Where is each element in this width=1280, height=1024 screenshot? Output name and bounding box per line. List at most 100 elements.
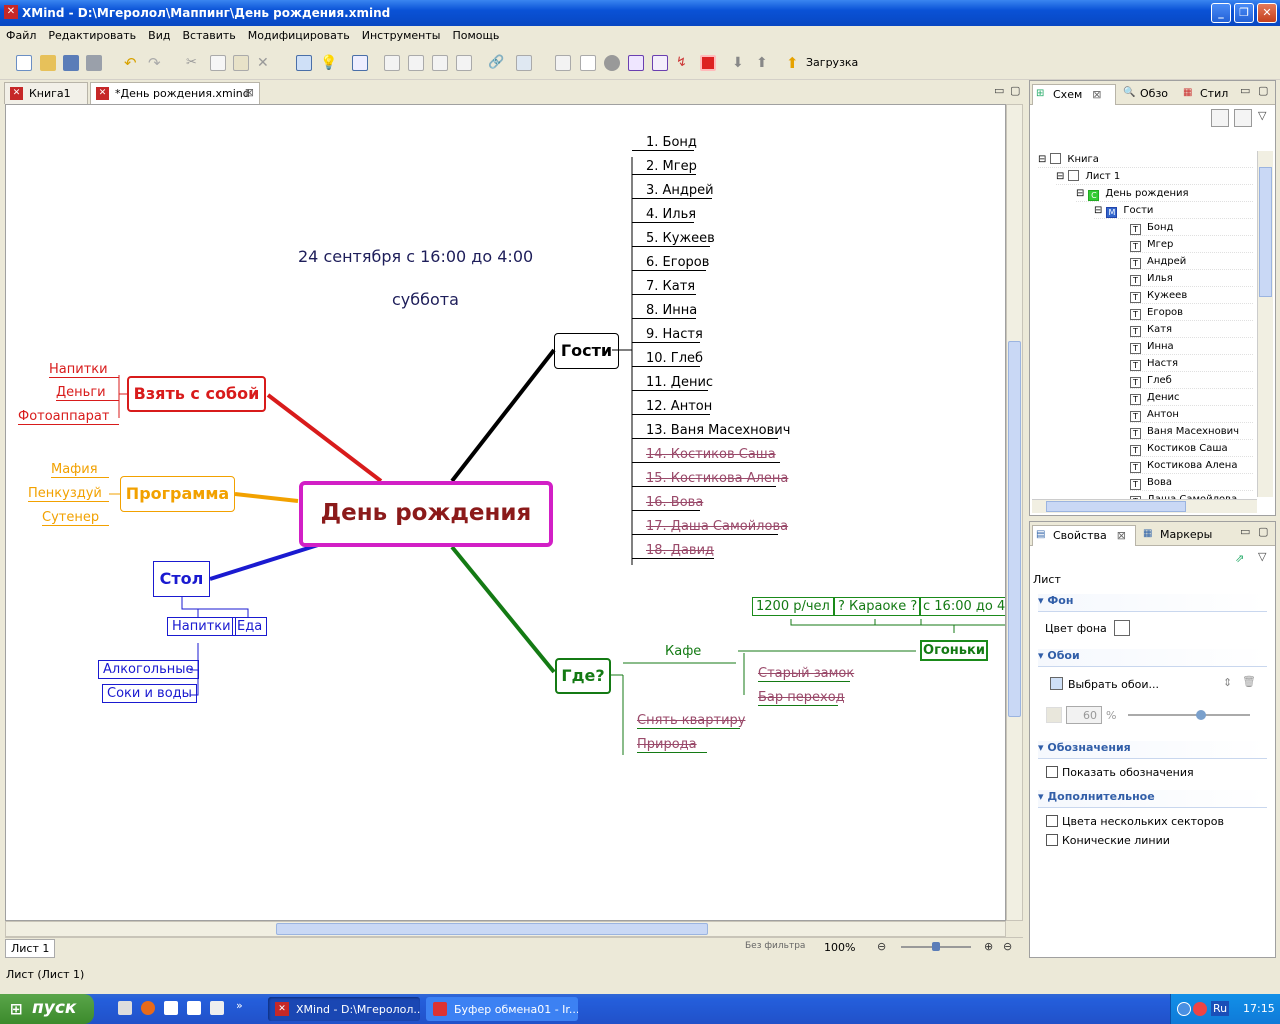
section-legend[interactable]: ▾ Обозначения	[1038, 741, 1267, 759]
guest-item[interactable]: 1. Бонд	[632, 135, 697, 151]
tray-opera-icon[interactable]	[1193, 1002, 1207, 1016]
ogonki-item[interactable]: с 16:00 до 4:0	[919, 597, 1005, 616]
tapered-lines-checkbox[interactable]: Конические линии	[1046, 834, 1170, 847]
minimize-view-icon[interactable]: ▭	[994, 84, 1004, 97]
multi-color-checkbox[interactable]: Цвета нескольких секторов	[1046, 815, 1224, 828]
menu-modify[interactable]: Модифицировать	[242, 26, 356, 42]
stop-icon[interactable]	[700, 55, 716, 71]
guest-item[interactable]: 15. Костикова Алена	[632, 471, 788, 487]
subtopic-icon[interactable]	[384, 55, 400, 71]
day-text[interactable]: суббота	[392, 290, 459, 309]
menu-insert[interactable]: Вставить	[176, 26, 241, 42]
opacity-slider[interactable]	[1128, 714, 1250, 716]
tree-item[interactable]: T Бонд	[1130, 219, 1253, 236]
zoom-fit-icon[interactable]: ⊖	[1003, 940, 1012, 953]
firefox-icon[interactable]	[141, 1001, 155, 1015]
language-indicator[interactable]: Ru	[1211, 1001, 1230, 1016]
guest-item[interactable]: 18. Давид	[632, 543, 714, 559]
cafe-item[interactable]: Старый замок	[758, 666, 854, 682]
drill-up-icon[interactable]: ⬆	[756, 55, 772, 71]
close-tab-icon[interactable]: ⊠	[1092, 88, 1101, 101]
insert-topic-icon[interactable]	[352, 55, 368, 71]
guest-item[interactable]: 6. Егоров	[632, 255, 709, 271]
image-icon[interactable]	[516, 55, 532, 71]
tab-overview[interactable]: 🔍 Обзо	[1120, 84, 1178, 105]
maximize-button[interactable]: ❐	[1234, 3, 1254, 23]
menu-tools[interactable]: Инструменты	[356, 26, 447, 42]
tree-item[interactable]: T Антон	[1130, 406, 1253, 423]
checkbox-box[interactable]	[1046, 834, 1058, 846]
where-nature[interactable]: Природа	[637, 737, 707, 753]
ogonki-item[interactable]: 1200 р/чел	[752, 597, 834, 616]
drinks-item-alcohol[interactable]: Алкогольные	[98, 660, 199, 679]
copy-icon[interactable]	[210, 55, 226, 71]
maximize-view-icon[interactable]: ▢	[1258, 84, 1268, 97]
minimize-button[interactable]: _	[1211, 3, 1231, 23]
tab-birthday[interactable]: ✕ *День рождения.xmind ⊠	[90, 82, 260, 104]
summary-icon[interactable]	[628, 55, 644, 71]
tree-item[interactable]: TДаша Самойлова	[1130, 491, 1253, 499]
outline-horizontal-scrollbar[interactable]	[1032, 499, 1257, 513]
collapse-icon[interactable]: ⊟	[1076, 188, 1084, 199]
marker-icon[interactable]	[604, 55, 620, 71]
program-item[interactable]: Сутенер	[42, 510, 109, 526]
ogonki-topic[interactable]: Огоньки	[920, 640, 988, 661]
outline-expand-icon[interactable]	[1234, 109, 1252, 127]
tree-item[interactable]: T Вова	[1130, 474, 1253, 491]
tree-item[interactable]: T Настя	[1130, 355, 1253, 372]
view-menu-icon[interactable]: ▽	[1258, 550, 1266, 563]
section-background[interactable]: ▾ Фон	[1038, 594, 1267, 612]
tree-item[interactable]: T Инна	[1130, 338, 1253, 355]
guest-item[interactable]: 14. Костиков Саша	[632, 447, 780, 463]
new-icon[interactable]	[16, 55, 32, 71]
canvas-horizontal-scrollbar[interactable]	[5, 921, 1006, 937]
tree-item[interactable]: T Мгер	[1130, 236, 1253, 253]
menu-edit[interactable]: Редактировать	[42, 26, 142, 42]
zoom-in-icon[interactable]: ⊕	[984, 940, 993, 953]
opacity-input[interactable]: 60	[1066, 706, 1102, 724]
guest-item[interactable]: 4. Илья	[632, 207, 696, 223]
undo-icon[interactable]: ↶	[124, 55, 140, 71]
take-item[interactable]: Фотоаппарат	[18, 409, 119, 425]
mindmap-canvas[interactable]: 24 сентября с 16:00 до 4:00 суббота День…	[5, 104, 1006, 921]
guest-item[interactable]: 9. Настя	[632, 327, 703, 343]
minimize-view-icon[interactable]: ▭	[1240, 84, 1250, 97]
program-topic[interactable]: Программа	[120, 476, 235, 512]
menu-help[interactable]: Помощь	[446, 26, 505, 42]
more-chevron-icon[interactable]: »	[236, 999, 243, 1012]
notes-icon[interactable]	[580, 55, 596, 71]
bg-color-picker[interactable]	[1114, 620, 1130, 636]
program-item[interactable]: Мафия	[51, 462, 109, 478]
guests-topic[interactable]: Гости	[554, 333, 619, 369]
scroll-thumb[interactable]	[1008, 341, 1021, 717]
task-clipboard[interactable]: Буфер обмена01 - Ir...	[426, 997, 578, 1021]
maximize-view-icon[interactable]: ▢	[1258, 525, 1268, 538]
drill-down-icon[interactable]: ⬇	[732, 55, 748, 71]
tab-outline[interactable]: ⊞ Схем ⊠	[1032, 84, 1116, 105]
relationship-icon[interactable]	[652, 55, 668, 71]
tree-item[interactable]: T Глеб	[1130, 372, 1253, 389]
tab-properties[interactable]: ▤ Свойства ⊠	[1032, 525, 1136, 546]
central-topic[interactable]: День рождения	[299, 481, 553, 547]
zoom-out-icon[interactable]: ⊖	[877, 940, 886, 953]
tree-item[interactable]: T Илья	[1130, 270, 1253, 287]
tree-item[interactable]: T Катя	[1130, 321, 1253, 338]
outline-vertical-scrollbar[interactable]	[1257, 151, 1273, 497]
tree-item[interactable]: T Егоров	[1130, 304, 1253, 321]
tab-styles[interactable]: ▦ Стил	[1180, 84, 1235, 105]
view-menu-icon[interactable]: ▽	[1258, 109, 1266, 122]
canvas-vertical-scrollbar[interactable]	[1006, 104, 1023, 921]
start-button[interactable]: ⊞ пуск	[0, 994, 94, 1024]
scroll-thumb[interactable]	[276, 923, 708, 935]
floating-topic-icon[interactable]	[456, 55, 472, 71]
checkbox-box[interactable]	[1046, 766, 1058, 778]
opacity-slider-thumb[interactable]	[1196, 710, 1206, 720]
tree-item[interactable]: T Андрей	[1130, 253, 1253, 270]
where-rent[interactable]: Снять квартиру	[637, 713, 745, 729]
sheet-tab[interactable]: Лист 1	[5, 939, 56, 958]
topic-before-icon[interactable]	[408, 55, 424, 71]
zoom-slider-thumb[interactable]	[932, 942, 940, 951]
word-icon[interactable]	[164, 1001, 178, 1015]
cut-icon[interactable]: ✂	[186, 55, 202, 71]
collapse-icon[interactable]: ⊟	[1038, 154, 1046, 165]
